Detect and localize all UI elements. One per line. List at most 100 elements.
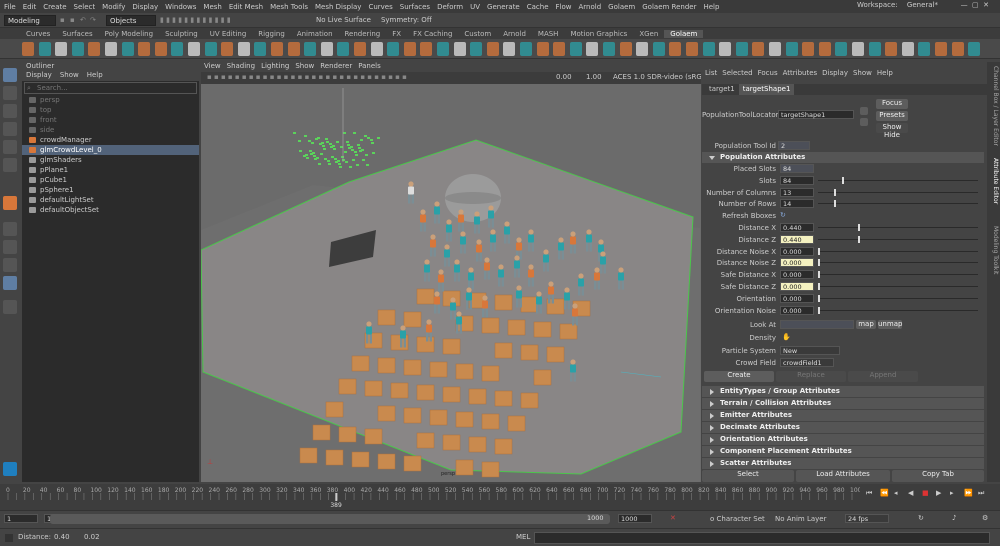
stop-icon[interactable]: ■: [922, 489, 929, 497]
prefs-icon[interactable]: ⚙: [982, 514, 988, 522]
save-icon[interactable]: ▪: [70, 16, 80, 24]
focus-arrow-icon[interactable]: [860, 107, 868, 115]
shelf-tool-icon[interactable]: [619, 42, 632, 56]
shelf-tool-icon[interactable]: [536, 42, 549, 56]
outliner-item[interactable]: crowdManager: [22, 135, 199, 145]
outliner-item[interactable]: side: [22, 125, 199, 135]
population-slot-tile[interactable]: [429, 409, 448, 426]
shelf-tool-icon[interactable]: [553, 42, 566, 56]
field-value[interactable]: 14: [780, 199, 814, 209]
shelf-tool-icon[interactable]: [337, 42, 350, 56]
slider-handle[interactable]: [818, 259, 820, 267]
field-slider[interactable]: [818, 250, 978, 252]
field-slider[interactable]: [818, 297, 978, 299]
slider-handle[interactable]: [818, 294, 820, 302]
workspace-indicator[interactable]: Workspace: General*: [857, 1, 945, 9]
shelf-tool-icon[interactable]: [918, 42, 931, 56]
field-value[interactable]: 0.000: [780, 282, 814, 291]
field-slider[interactable]: [818, 274, 978, 276]
shelf-tab-xgen[interactable]: XGen: [633, 30, 664, 38]
field-value[interactable]: 0.000: [780, 270, 814, 280]
population-slot-tile[interactable]: [403, 455, 422, 472]
section-terrain-collision-attributes[interactable]: Terrain / Collision Attributes: [702, 398, 984, 409]
population-slot-tile[interactable]: [481, 365, 500, 382]
range-slider[interactable]: [50, 514, 610, 524]
slider-handle[interactable]: [834, 200, 836, 208]
refresh-icon[interactable]: ↻: [780, 211, 786, 219]
ae-menu-focus[interactable]: Focus: [758, 69, 778, 77]
shelf-tool-icon[interactable]: [785, 42, 798, 56]
slider-handle[interactable]: [858, 224, 860, 231]
shelf-tab-mash[interactable]: MASH: [532, 30, 565, 38]
focus-button[interactable]: Focus: [876, 99, 908, 109]
shelf-tool-icon[interactable]: [453, 42, 466, 56]
shelf-tab-fx-caching[interactable]: FX Caching: [407, 30, 458, 38]
shelf-tool-icon[interactable]: [719, 42, 732, 56]
shelf-tool-icon[interactable]: [520, 42, 532, 56]
shelf-tab-motion-graphics[interactable]: Motion Graphics: [564, 30, 633, 38]
section-decimate-attributes[interactable]: Decimate Attributes: [702, 422, 984, 433]
shelf-tool-icon[interactable]: [420, 42, 433, 56]
ae-menu-attributes[interactable]: Attributes: [783, 69, 818, 77]
tool-id-field[interactable]: 2: [778, 141, 810, 150]
shelf-tool-icon[interactable]: [951, 42, 964, 56]
menu-edit-mesh[interactable]: Edit Mesh: [229, 3, 263, 11]
shelf-tool-icon[interactable]: [586, 42, 599, 56]
anim-layer-label[interactable]: No Anim Layer: [775, 515, 826, 523]
population-slot-tile[interactable]: [325, 401, 344, 418]
live-surface-label[interactable]: No Live Surface: [316, 16, 371, 24]
map-button[interactable]: map: [856, 320, 876, 329]
locator-field[interactable]: targetShape1: [778, 110, 854, 119]
shelf-tool-icon[interactable]: [38, 42, 51, 56]
ae-menu-selected[interactable]: Selected: [722, 69, 752, 77]
step-forward-key-icon[interactable]: ⏩: [964, 489, 973, 497]
menu-cache[interactable]: Cache: [527, 3, 549, 11]
shelf-tool-icon[interactable]: [271, 42, 283, 56]
population-slot-tile[interactable]: [403, 359, 422, 376]
outliner-search-input[interactable]: ⌕ Search...: [24, 82, 197, 94]
shelf-tool-icon[interactable]: [569, 42, 582, 56]
layout-four-icon[interactable]: [3, 240, 17, 254]
shelf-tool-icon[interactable]: [22, 42, 34, 56]
go-start-icon[interactable]: ⏮: [866, 489, 872, 498]
field-slider[interactable]: [818, 191, 978, 193]
shelf-tool-icon[interactable]: [486, 42, 499, 56]
shelf-tool-icon[interactable]: [470, 42, 483, 56]
shelf-tool-icon[interactable]: [818, 42, 831, 56]
population-slot-tile[interactable]: [312, 424, 331, 441]
menu-arnold[interactable]: Arnold: [579, 3, 602, 11]
field-value[interactable]: 0.000: [780, 293, 814, 303]
audio-icon[interactable]: ♪: [952, 514, 956, 522]
step-back-icon[interactable]: ◂: [894, 489, 898, 497]
shelf-tool-icon[interactable]: [935, 42, 947, 56]
outliner-menu-display[interactable]: Display: [26, 71, 52, 81]
shelf-tool-icon[interactable]: [802, 42, 815, 56]
viewport-menu-renderer[interactable]: Renderer: [320, 62, 352, 72]
shelf-tool-icon[interactable]: [188, 42, 200, 56]
viewport-panel[interactable]: View Shading Lighting Show Renderer Panels ▪ …: [201, 62, 701, 482]
field-slider[interactable]: [818, 203, 978, 205]
shelf-tool-icon[interactable]: [885, 42, 898, 56]
shelf-tool-icon[interactable]: [503, 42, 516, 56]
menu-file[interactable]: File: [4, 3, 16, 11]
shelf-tool-icon[interactable]: [71, 42, 84, 56]
population-slot-tile[interactable]: [377, 453, 396, 470]
population-slot-tile[interactable]: [468, 436, 487, 453]
shelf-tab-surfaces[interactable]: Surfaces: [56, 30, 98, 38]
redo-icon[interactable]: ↷: [90, 16, 100, 24]
particle-system-dropdown[interactable]: New: [780, 346, 840, 355]
append-button[interactable]: Append: [848, 371, 918, 382]
outliner-item[interactable]: pPlane1: [22, 165, 199, 175]
layout-single-icon[interactable]: [3, 222, 17, 236]
gamma-value[interactable]: 1.00: [586, 73, 602, 81]
ae-menu-display[interactable]: Display: [822, 69, 848, 77]
character-set-label[interactable]: o Character Set: [710, 515, 765, 523]
population-slot-tile[interactable]: [520, 296, 539, 313]
population-slot-tile[interactable]: [455, 411, 474, 428]
current-time-marker[interactable]: [335, 493, 338, 501]
population-slot-tile[interactable]: [507, 415, 526, 432]
shelf-tool-icon[interactable]: [138, 42, 151, 56]
presets-button[interactable]: Presets: [876, 111, 908, 121]
shelf-tab-rigging[interactable]: Rigging: [252, 30, 291, 38]
field-slider[interactable]: [818, 309, 978, 311]
